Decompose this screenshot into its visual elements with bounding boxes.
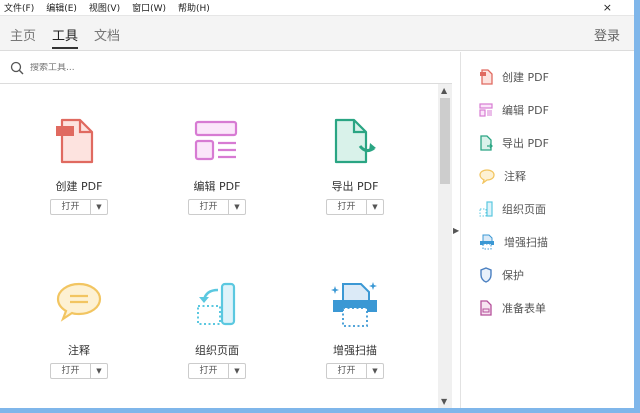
chevron-down-icon[interactable]: ▼ xyxy=(91,200,107,214)
comment-icon xyxy=(56,282,102,322)
edit-pdf-icon xyxy=(479,103,493,117)
panel-item-label: 导出 PDF xyxy=(502,137,549,150)
open-split-button: 打开 ▼ xyxy=(188,199,246,215)
enhance-scan-icon xyxy=(331,282,377,327)
create-pdf-icon xyxy=(56,118,94,164)
shield-icon xyxy=(480,267,492,283)
tool-label: 组织页面 xyxy=(195,344,239,357)
open-button[interactable]: 打开 xyxy=(327,200,367,214)
search-bar xyxy=(0,52,452,84)
search-input[interactable] xyxy=(30,62,330,73)
form-icon xyxy=(480,300,492,316)
menu-bar: 文件(F) 编辑(E) 视图(V) 窗口(W) 帮助(H) × xyxy=(0,0,634,16)
comment-icon xyxy=(479,169,495,184)
menu-window[interactable]: 窗口(W) xyxy=(132,1,166,14)
tool-label: 编辑 PDF xyxy=(193,180,241,193)
open-split-button: 打开 ▼ xyxy=(326,199,384,215)
tool-export-pdf: 导出 PDF 打开 ▼ xyxy=(295,118,415,215)
tool-comment: 注释 打开 ▼ xyxy=(19,280,139,379)
chevron-down-icon[interactable]: ▼ xyxy=(367,364,383,378)
scroll-up-icon[interactable]: ▲ xyxy=(441,86,447,95)
panel-item-protect[interactable]: 保护 xyxy=(479,267,524,283)
edit-pdf-icon xyxy=(194,120,238,161)
tool-label: 注释 xyxy=(68,344,90,357)
open-button[interactable]: 打开 xyxy=(51,364,91,378)
panel-item-label: 保护 xyxy=(502,269,524,282)
panel-item-enhance-scan[interactable]: 增强扫描 xyxy=(479,234,548,250)
open-button[interactable]: 打开 xyxy=(189,200,229,214)
open-button[interactable]: 打开 xyxy=(327,364,367,378)
tool-label: 导出 PDF xyxy=(331,180,379,193)
tool-enhance-scan: 增强扫描 打开 ▼ xyxy=(295,280,415,379)
panel-item-label: 组织页面 xyxy=(502,203,546,216)
open-split-button: 打开 ▼ xyxy=(188,363,246,379)
chevron-down-icon[interactable]: ▼ xyxy=(229,364,245,378)
close-icon[interactable]: × xyxy=(603,1,612,14)
right-tools-panel: 创建 PDF 编辑 PDF 导出 PDF 注释 组织页面 增强扫描 保护 准备表… xyxy=(461,52,634,408)
login-button[interactable]: 登录 xyxy=(594,25,620,44)
export-pdf-icon xyxy=(334,118,376,164)
window-border xyxy=(0,408,640,413)
scrollbar-thumb[interactable] xyxy=(440,98,450,184)
tool-label: 增强扫描 xyxy=(333,344,377,357)
panel-item-label: 注释 xyxy=(504,170,526,183)
menu-help[interactable]: 帮助(H) xyxy=(178,1,210,14)
scroll-down-icon[interactable]: ▼ xyxy=(441,397,447,406)
tool-create-pdf: 创建 PDF 打开 ▼ xyxy=(19,118,139,215)
panel-item-label: 创建 PDF xyxy=(502,71,549,84)
menu-view[interactable]: 视图(V) xyxy=(89,1,120,14)
open-split-button: 打开 ▼ xyxy=(326,363,384,379)
panel-item-label: 编辑 PDF xyxy=(502,104,549,117)
menu-edit[interactable]: 编辑(E) xyxy=(46,1,77,14)
chevron-down-icon[interactable]: ▼ xyxy=(367,200,383,214)
menu-file[interactable]: 文件(F) xyxy=(4,1,34,14)
panel-item-prepare-form[interactable]: 准备表单 xyxy=(479,300,546,316)
tab-home[interactable]: 主页 xyxy=(10,25,36,44)
search-icon xyxy=(10,61,24,74)
export-pdf-icon xyxy=(480,135,493,151)
organize-pages-icon xyxy=(197,282,236,326)
panel-item-edit-pdf[interactable]: 编辑 PDF xyxy=(479,102,549,118)
panel-item-label: 增强扫描 xyxy=(504,236,548,249)
chevron-down-icon[interactable]: ▼ xyxy=(91,364,107,378)
tool-edit-pdf: 编辑 PDF 打开 ▼ xyxy=(157,118,277,215)
panel-item-create-pdf[interactable]: 创建 PDF xyxy=(479,69,549,85)
chevron-down-icon[interactable]: ▼ xyxy=(229,200,245,214)
panel-item-export-pdf[interactable]: 导出 PDF xyxy=(479,135,549,151)
open-button[interactable]: 打开 xyxy=(51,200,91,214)
create-pdf-icon xyxy=(480,69,493,85)
tab-tools[interactable]: 工具 xyxy=(52,25,79,49)
enhance-scan-icon xyxy=(480,234,494,250)
collapse-panel-icon[interactable]: ▶ xyxy=(453,226,459,235)
vertical-scrollbar[interactable]: ▲ ▼ xyxy=(438,84,452,408)
panel-item-label: 准备表单 xyxy=(502,302,546,315)
open-split-button: 打开 ▼ xyxy=(50,199,108,215)
tab-bar: 主页 工具 文档 登录 xyxy=(0,16,634,51)
tool-organize-pages: 组织页面 打开 ▼ xyxy=(157,280,277,379)
open-split-button: 打开 ▼ xyxy=(50,363,108,379)
open-button[interactable]: 打开 xyxy=(189,364,229,378)
tool-label: 创建 PDF xyxy=(55,180,103,193)
organize-pages-icon xyxy=(479,201,493,217)
window-border xyxy=(634,0,640,413)
tab-documents[interactable]: 文档 xyxy=(94,25,120,44)
tools-grid: 创建 PDF 打开 ▼ 编辑 PDF 打开 ▼ 导出 PDF 打开 ▼ 注释 打开 ▼ … xyxy=(0,84,438,408)
panel-item-comment[interactable]: 注释 xyxy=(479,168,526,184)
panel-item-organize-pages[interactable]: 组织页面 xyxy=(479,201,546,217)
